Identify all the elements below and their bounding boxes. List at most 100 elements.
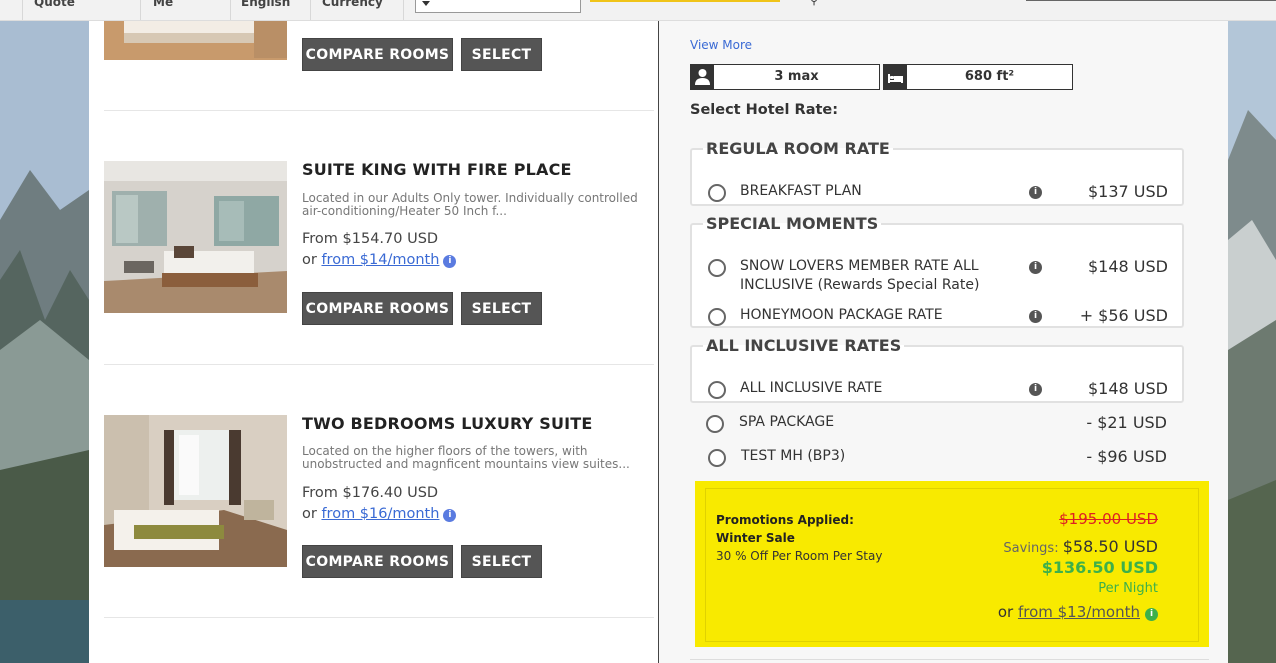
rate-label: ALL INCLUSIVE RATE	[740, 380, 883, 396]
rate-radio[interactable]	[708, 381, 726, 399]
nav-me[interactable]: Me	[153, 0, 173, 9]
room-list: COMPARE ROOMS SELECT SUITE KING WITH FIR…	[89, 20, 659, 663]
rate-label: TEST MH (BP3)	[741, 448, 846, 464]
nav-separator	[310, 0, 311, 20]
rate-group-title: REGULA ROOM RATE	[706, 139, 890, 158]
info-icon[interactable]: i	[443, 509, 457, 522]
discounted-price: $136.50 USD	[1041, 558, 1158, 577]
compare-rooms-button[interactable]: COMPARE ROOMS	[302, 38, 453, 71]
nav-separator	[22, 0, 23, 20]
currency-select[interactable]	[415, 0, 581, 13]
promo-title: Promotions Applied:	[716, 513, 854, 527]
occupancy-box: 3 max	[690, 64, 880, 90]
original-price: $195.00 USD	[1059, 510, 1158, 528]
promo-description: 30 % Off Per Room Per Stay	[716, 549, 883, 563]
room-price: From $154.70 USD	[302, 231, 439, 247]
monthly-financing-link[interactable]: from $16/month	[321, 506, 439, 522]
rate-group-title: SPECIAL MOMENTS	[706, 214, 879, 233]
rate-radio[interactable]	[708, 259, 726, 277]
monthly-prefix: or	[302, 252, 322, 268]
search-icon[interactable]: ⚲	[810, 0, 818, 7]
select-room-button[interactable]: SELECT	[461, 38, 542, 71]
info-icon[interactable]: i	[1029, 383, 1042, 396]
room-size-box: 680 ft²	[883, 64, 1073, 90]
monthly-financing-link[interactable]: from $14/month	[321, 252, 439, 268]
room-description: Located on the higher floors of the towe…	[302, 444, 630, 471]
monthly-prefix: or	[302, 506, 322, 522]
promo-name: Winter Sale	[716, 531, 795, 545]
room-description: Located in our Adults Only tower. Indivi…	[302, 191, 638, 218]
rate-group-all-inclusive: ALL INCLUSIVE RATES ALL INCLUSIVE RATE i…	[690, 337, 1184, 403]
room-divider	[104, 364, 654, 365]
rate-option[interactable]: SPA PACKAGE - $21 USD	[706, 413, 1167, 437]
background-scenery-right	[1228, 20, 1276, 663]
select-room-button[interactable]: SELECT	[461, 292, 542, 325]
rate-price: + $56 USD	[1079, 306, 1168, 325]
rate-group-regular: REGULA ROOM RATE BREAKFAST PLAN i $137 U…	[690, 140, 1184, 206]
rate-option[interactable]: TEST MH (BP3) - $96 USD	[706, 447, 1167, 471]
promotion-box: Promotions Applied: Winter Sale 30 % Off…	[695, 481, 1209, 647]
rate-price: $137 USD	[1088, 182, 1168, 201]
rate-radio[interactable]	[708, 449, 726, 467]
chevron-down-icon	[422, 1, 430, 6]
info-icon[interactable]: i	[1029, 310, 1042, 323]
occupancy-value: 3 max	[774, 69, 819, 84]
rate-price: $148 USD	[1088, 379, 1168, 398]
select-rate-label: Select Hotel Rate:	[690, 102, 839, 118]
rate-price: - $21 USD	[1086, 413, 1167, 432]
rate-group-special-moments: SPECIAL MOMENTS SNOW LOVERS MEMBER RATE …	[690, 215, 1184, 328]
rate-price: $148 USD	[1088, 257, 1168, 276]
room-monthly-price: or from $16/month i	[302, 506, 457, 522]
rate-radio[interactable]	[706, 415, 724, 433]
rate-label: HONEYMOON PACKAGE RATE	[740, 307, 943, 323]
room-divider	[104, 617, 654, 618]
room-size-value: 680 ft²	[964, 69, 1015, 84]
info-icon[interactable]: i	[1029, 186, 1042, 199]
nav-quote[interactable]: Quote	[34, 0, 75, 9]
rate-label: SPA PACKAGE	[739, 414, 835, 430]
rate-option[interactable]: SNOW LOVERS MEMBER RATE ALL INCLUSIVE (R…	[708, 257, 1168, 297]
savings-value: $58.50 USD	[1062, 537, 1158, 556]
info-icon[interactable]: i	[443, 255, 457, 268]
info-icon[interactable]: i	[1145, 608, 1158, 621]
promo-monthly-price: or from $13/month i	[998, 603, 1158, 621]
rate-radio[interactable]	[708, 308, 726, 326]
rate-selection-panel: View More 3 max 680 ft² Select Hotel Rat…	[659, 20, 1228, 663]
room-name: SUITE KING WITH FIRE PLACE	[302, 160, 572, 179]
rate-group-title: ALL INCLUSIVE RATES	[706, 336, 902, 355]
panel-divider	[658, 20, 659, 663]
nav-separator	[403, 0, 404, 20]
room-photo[interactable]	[104, 20, 287, 60]
background-scenery-left	[0, 20, 89, 663]
info-icon[interactable]: i	[1029, 261, 1042, 274]
compare-rooms-button[interactable]: COMPARE ROOMS	[302, 292, 453, 325]
savings-label: Savings:	[1003, 541, 1063, 556]
top-nav-bar: Quote Me English Currency ⚲	[0, 0, 1276, 21]
rate-option[interactable]: ALL INCLUSIVE RATE i $148 USD	[708, 379, 1168, 401]
rate-radio[interactable]	[708, 184, 726, 202]
rate-option[interactable]: HONEYMOON PACKAGE RATE i + $56 USD	[708, 306, 1168, 328]
panel-bottom-rule	[690, 659, 1209, 660]
monthly-prefix: or	[997, 603, 1018, 621]
price-period: Per Night	[1098, 581, 1158, 596]
nav-separator	[140, 0, 141, 20]
room-photo[interactable]	[104, 415, 287, 567]
bed-icon	[884, 65, 907, 89]
nav-separator	[230, 0, 231, 20]
nav-language[interactable]: English	[241, 0, 290, 9]
compare-rooms-button[interactable]: COMPARE ROOMS	[302, 545, 453, 578]
rate-option[interactable]: BREAKFAST PLAN i $137 USD	[708, 182, 1168, 204]
nav-currency[interactable]: Currency	[322, 0, 383, 9]
room-monthly-price: or from $14/month i	[302, 252, 457, 268]
monthly-financing-link[interactable]: from $13/month	[1018, 603, 1140, 621]
rate-label: SNOW LOVERS MEMBER RATE ALL INCLUSIVE (R…	[740, 258, 980, 293]
promo-accent-bar	[590, 0, 780, 2]
room-photo[interactable]	[104, 161, 287, 313]
room-price: From $176.40 USD	[302, 485, 439, 501]
room-name: TWO BEDROOMS LUXURY SUITE	[302, 414, 593, 433]
room-divider	[104, 110, 654, 111]
person-icon	[691, 65, 714, 89]
rate-price: - $96 USD	[1086, 447, 1167, 466]
select-room-button[interactable]: SELECT	[461, 545, 542, 578]
view-more-link[interactable]: View More	[690, 38, 752, 52]
